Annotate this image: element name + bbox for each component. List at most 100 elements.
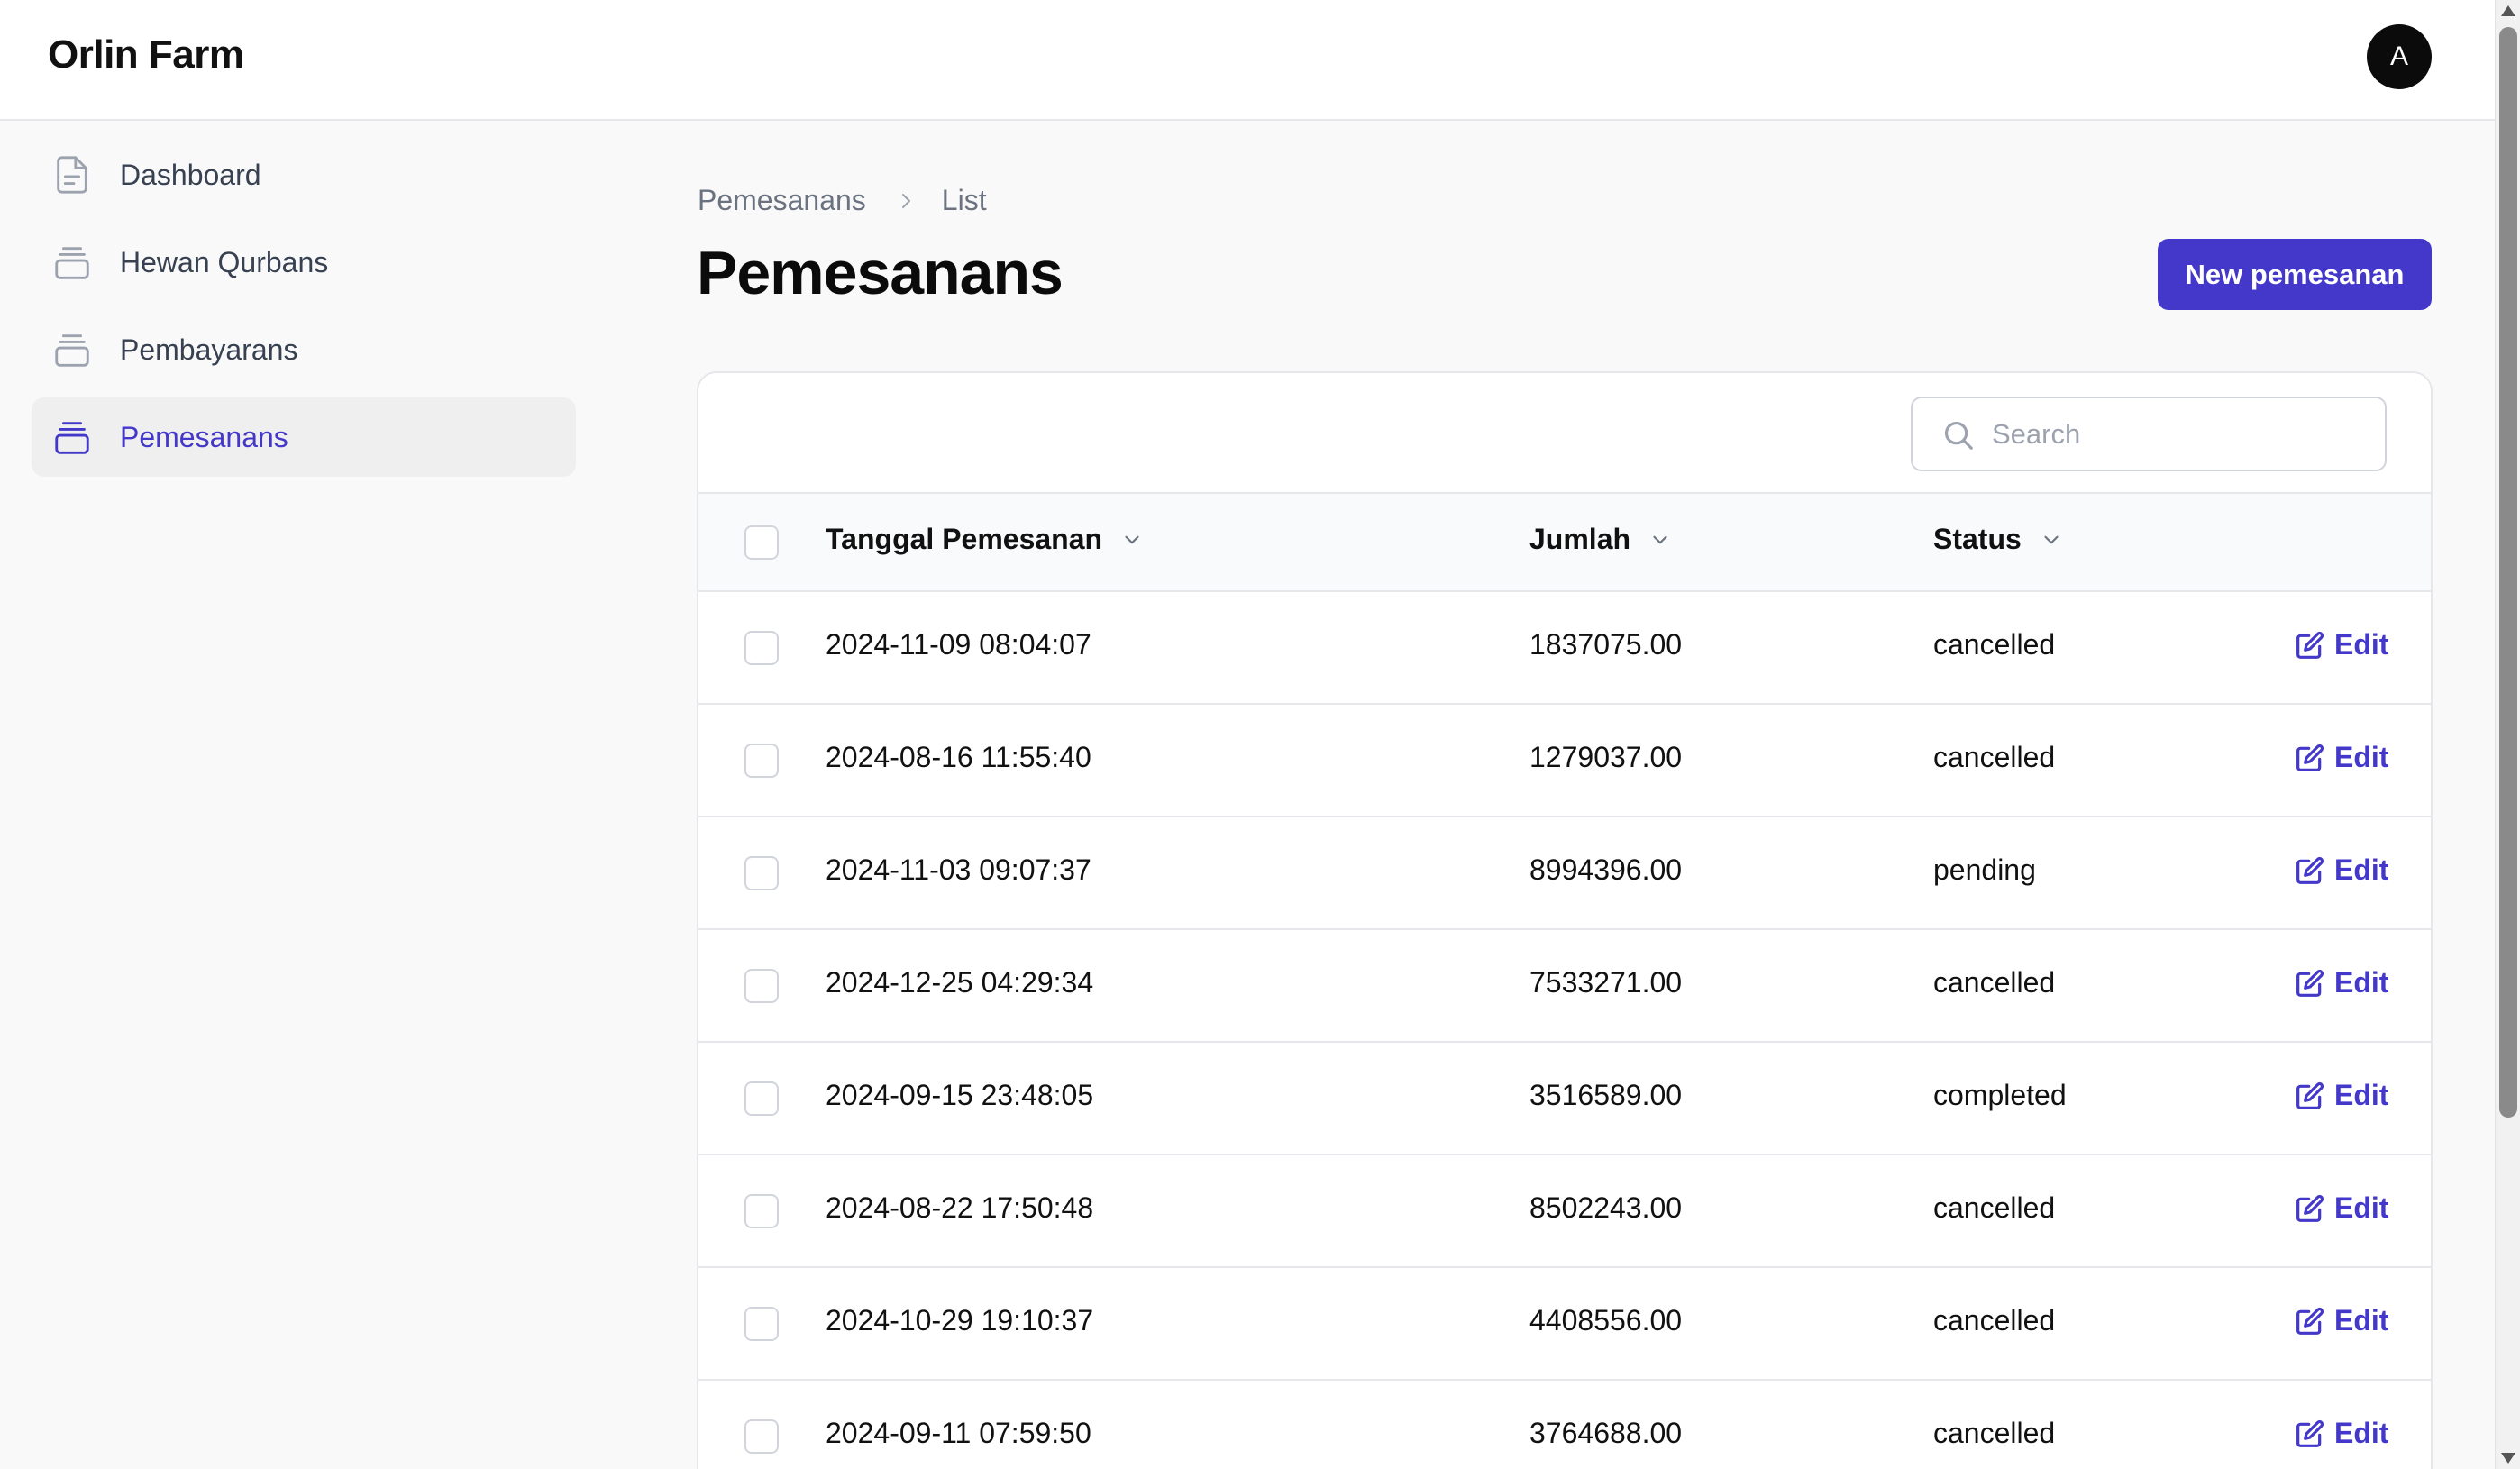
table-row: 2024-12-25 04:29:34 7533271.00 cancelled… [698,930,2431,1043]
cell-status: cancelled [1933,741,2056,773]
table-row: 2024-08-22 17:50:48 8502243.00 cancelled… [698,1155,2431,1268]
edit-link[interactable]: Edit [2296,741,2388,774]
edit-icon [2296,969,2324,997]
cell-jumlah: 3764688.00 [1529,1417,1683,1449]
table-card: Tanggal Pemesanan Jumlah Status 2024-11-… [697,371,2433,1469]
search-icon [1944,421,1973,450]
edit-link[interactable]: Edit [2296,1191,2388,1225]
cell-status: cancelled [1933,1417,2056,1449]
edit-link[interactable]: Edit [2296,1079,2388,1112]
edit-icon [2296,856,2324,884]
edit-link[interactable]: Edit [2296,966,2388,999]
cell-jumlah: 1279037.00 [1529,741,1683,773]
sidebar: Dashboard Hewan Qurbans Pembayarans Peme… [32,135,576,485]
edit-label: Edit [2334,853,2389,886]
row-checkbox[interactable] [744,1081,779,1116]
cell-status: cancelled [1933,1304,2056,1337]
cell-status: cancelled [1933,628,2056,661]
page-title: Pemesanans [697,239,1064,307]
row-checkbox[interactable] [744,1194,779,1228]
breadcrumb-parent-link[interactable]: Pemesanans [698,184,866,217]
edit-link[interactable]: Edit [2296,853,2388,887]
table-row: 2024-11-09 08:04:07 1837075.00 cancelled… [698,592,2431,705]
row-checkbox[interactable] [744,969,779,1003]
cell-jumlah: 1837075.00 [1529,628,1683,661]
sidebar-item-label: Pembayarans [120,333,298,366]
row-checkbox[interactable] [744,856,779,890]
search-input[interactable] [1992,411,2370,458]
breadcrumb-current: List [941,184,987,216]
edit-icon [2296,631,2324,659]
breadcrumb: Pemesanans List [698,184,987,217]
sidebar-item-pemesanans[interactable]: Pemesanans [32,397,576,477]
edit-icon [2296,1307,2324,1335]
column-header-label: Jumlah [1529,523,1631,555]
edit-label: Edit [2334,628,2389,661]
cell-jumlah: 3516589.00 [1529,1079,1683,1111]
edit-label: Edit [2334,1191,2389,1224]
sidebar-item-label: Pemesanans [120,420,288,453]
table-row: 2024-09-15 23:48:05 3516589.00 completed… [698,1043,2431,1155]
edit-link[interactable]: Edit [2296,1417,2388,1450]
edit-label: Edit [2334,1079,2389,1111]
cell-status: completed [1933,1079,2067,1111]
cell-tanggal: 2024-11-09 08:04:07 [826,628,1091,661]
row-checkbox[interactable] [744,744,779,778]
cell-tanggal: 2024-08-16 11:55:40 [826,741,1091,773]
column-header-jumlah[interactable]: Jumlah [1529,523,1672,556]
column-header-status[interactable]: Status [1933,523,2063,556]
brand-logo[interactable]: Orlin Farm [48,32,244,78]
sidebar-item-label: Dashboard [120,158,261,191]
cell-tanggal: 2024-09-15 23:48:05 [826,1079,1094,1111]
cell-status: cancelled [1933,966,2056,999]
column-header-tanggal-pemesanan[interactable]: Tanggal Pemesanan [826,523,1144,556]
edit-link[interactable]: Edit [2296,628,2388,662]
cell-jumlah: 8502243.00 [1529,1191,1683,1224]
row-checkbox[interactable] [744,1419,779,1454]
scrollbar-thumb[interactable] [2499,27,2517,1118]
column-header-label: Status [1933,523,2022,555]
sidebar-item-dashboard[interactable]: Dashboard [32,135,576,214]
scroll-down-arrow-icon[interactable] [2501,1453,2515,1464]
sidebar-item-label: Hewan Qurbans [120,245,329,278]
collection-icon [55,247,89,279]
cell-status: cancelled [1933,1191,2056,1224]
select-all-checkbox[interactable] [744,525,779,560]
chevron-down-icon [2044,535,2059,543]
new-pemesanan-button[interactable]: New pemesanan [2158,239,2432,310]
table-row: 2024-09-11 07:59:50 3764688.00 cancelled… [698,1381,2431,1469]
row-checkbox[interactable] [744,1307,779,1341]
row-checkbox[interactable] [744,631,779,665]
edit-label: Edit [2334,741,2389,773]
cell-tanggal: 2024-10-29 19:10:37 [826,1304,1094,1337]
cell-tanggal: 2024-08-22 17:50:48 [826,1191,1094,1224]
cell-tanggal: 2024-09-11 07:59:50 [826,1417,1091,1449]
table-header: Tanggal Pemesanan Jumlah Status [698,494,2431,592]
collection-icon [55,334,89,367]
edit-label: Edit [2334,1304,2389,1337]
edit-label: Edit [2334,1417,2389,1449]
edit-link[interactable]: Edit [2296,1304,2388,1337]
cell-jumlah: 8994396.00 [1529,853,1683,886]
search-box[interactable] [1911,397,2387,471]
edit-icon [2296,1419,2324,1447]
table-toolbar [698,373,2431,494]
cell-status: pending [1933,853,2036,886]
document-icon [57,156,87,194]
cell-tanggal: 2024-12-25 04:29:34 [826,966,1094,999]
table-row: 2024-10-29 19:10:37 4408556.00 cancelled… [698,1268,2431,1381]
edit-icon [2296,744,2324,771]
cell-tanggal: 2024-11-03 09:07:37 [826,853,1091,886]
edit-icon [2296,1081,2324,1109]
chevron-down-icon [1125,535,1139,543]
user-avatar[interactable]: A [2367,24,2432,89]
column-header-label: Tanggal Pemesanan [826,523,1103,555]
table-row: 2024-11-03 09:07:37 8994396.00 pending E… [698,817,2431,930]
chevron-down-icon [1653,535,1667,543]
sidebar-item-pembayarans[interactable]: Pembayarans [32,310,576,389]
table-row: 2024-08-16 11:55:40 1279037.00 cancelled… [698,705,2431,817]
scroll-up-arrow-icon[interactable] [2501,5,2515,16]
sidebar-item-hewan-qurbans[interactable]: Hewan Qurbans [32,223,576,302]
scrollbar[interactable] [2495,0,2520,1469]
cell-jumlah: 4408556.00 [1529,1304,1683,1337]
